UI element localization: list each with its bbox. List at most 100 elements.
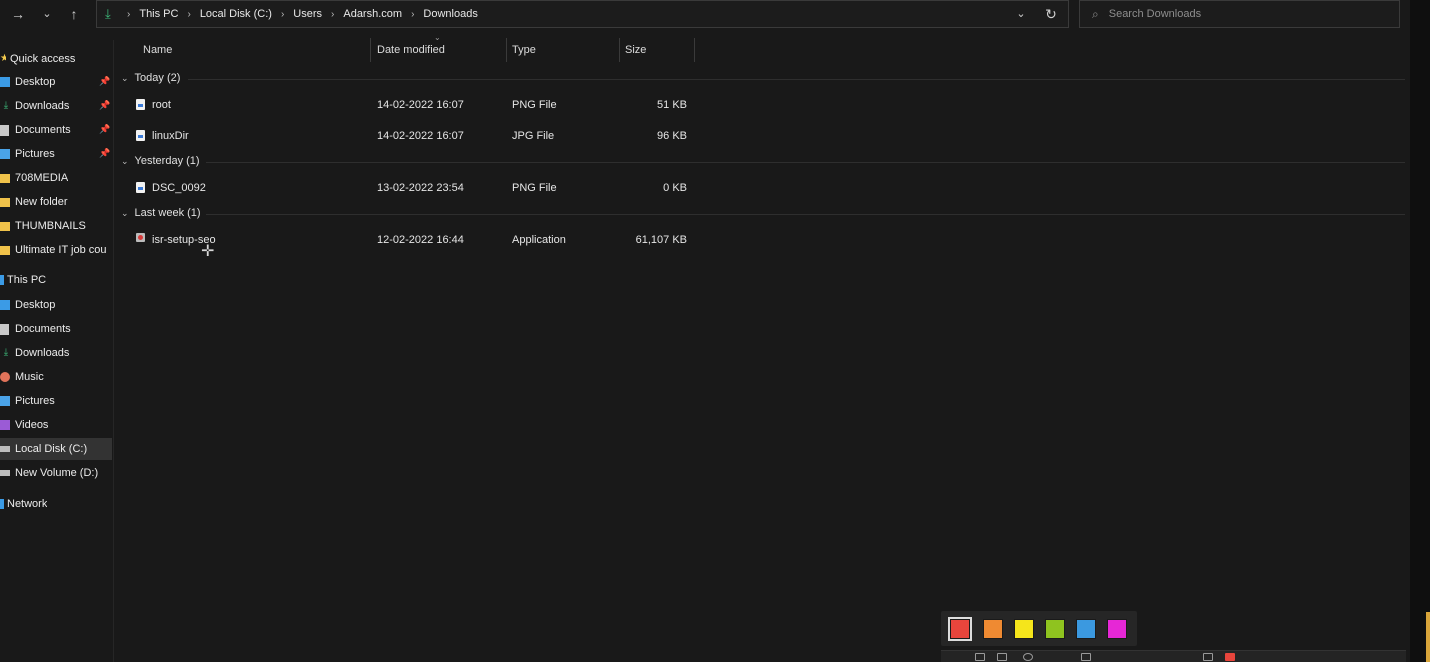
- sidebar-item-label: Local Disk (C:): [15, 443, 88, 455]
- picture-icon: [0, 149, 10, 159]
- column-header-date[interactable]: Date modified: [377, 38, 505, 62]
- sidebar-item-documents[interactable]: Documents: [0, 119, 71, 141]
- document-icon: [0, 323, 9, 335]
- sidebar-item-downloads[interactable]: ⤓ Downloads: [0, 95, 70, 117]
- star-icon: ★: [0, 53, 6, 64]
- color-swatch-red[interactable]: [948, 617, 972, 641]
- color-swatch-magenta[interactable]: [1107, 619, 1127, 639]
- chevron-down-icon[interactable]: ⌄: [1012, 5, 1030, 23]
- forward-arrow-icon[interactable]: →: [8, 4, 28, 24]
- sidebar-item-label: Downloads: [15, 347, 70, 359]
- picture-icon: [0, 396, 10, 406]
- breadcrumb-separator-icon: ›: [127, 8, 131, 20]
- sidebar-item-desktop[interactable]: Desktop: [0, 71, 55, 93]
- file-row[interactable]: root 14-02-2022 16:07 PNG File 51 KB: [120, 91, 696, 119]
- document-icon: [0, 124, 9, 136]
- image-file-icon: [136, 99, 145, 110]
- sidebar-item-label: Downloads: [15, 100, 70, 112]
- sidebar-pc-new-volume[interactable]: New Volume (D:): [0, 462, 98, 484]
- ellipse-tool-icon[interactable]: [1023, 653, 1033, 661]
- sidebar-pc-pictures[interactable]: Pictures: [0, 390, 55, 412]
- record-icon[interactable]: [1225, 653, 1235, 661]
- up-arrow-icon[interactable]: ↑: [64, 4, 84, 24]
- download-icon: ⤓: [3, 100, 9, 111]
- sidebar-item-ultimate-it[interactable]: Ultimate IT job cou: [0, 239, 114, 261]
- chevron-down-icon: ⌄: [121, 72, 129, 83]
- pen-tool-icon[interactable]: [975, 653, 985, 661]
- taskbar-edge: [1426, 612, 1430, 662]
- column-divider[interactable]: [370, 38, 371, 62]
- sidebar-this-pc[interactable]: This PC: [0, 269, 46, 291]
- arrow-tool-icon[interactable]: [1081, 653, 1091, 661]
- breadcrumb-local-disk[interactable]: Local Disk (C:): [198, 8, 274, 20]
- refresh-icon[interactable]: ↻: [1042, 5, 1060, 23]
- sidebar-item-new-folder[interactable]: New folder: [0, 191, 68, 213]
- downloads-location-icon: ⤓: [105, 6, 111, 21]
- sidebar-item-thumbnails[interactable]: THUMBNAILS: [0, 215, 86, 237]
- sidebar-item-label: Pictures: [15, 395, 55, 407]
- folder-icon: [0, 221, 10, 231]
- group-header-today[interactable]: ⌄ Today (2): [121, 69, 180, 87]
- address-bar[interactable]: ⤓ › This PC › Local Disk (C:) › Users › …: [96, 0, 1069, 28]
- file-date: 14-02-2022 16:07: [377, 99, 464, 111]
- group-label: Today (2): [134, 72, 181, 84]
- search-input[interactable]: [1108, 8, 1369, 20]
- file-name: DSC_0092: [152, 182, 206, 194]
- sidebar-pc-music[interactable]: Music: [0, 366, 44, 388]
- sidebar-item-label: 708MEDIA: [15, 172, 69, 184]
- file-size: 96 KB: [657, 130, 687, 142]
- breadcrumb-separator-icon: ›: [331, 8, 335, 20]
- group-label: Yesterday (1): [134, 155, 200, 167]
- breadcrumb-downloads[interactable]: Downloads: [421, 8, 479, 20]
- window-edge: [1410, 0, 1430, 662]
- file-name: root: [152, 99, 171, 111]
- computer-icon: [0, 275, 4, 285]
- sidebar-item-label: Quick access: [10, 53, 76, 65]
- sidebar-network[interactable]: Network: [0, 493, 47, 515]
- sidebar-pc-documents[interactable]: Documents: [0, 318, 71, 340]
- group-header-last-week[interactable]: ⌄ Last week (1): [121, 204, 201, 222]
- sidebar-item-label: Music: [15, 371, 44, 383]
- column-divider[interactable]: [694, 38, 695, 62]
- group-header-yesterday[interactable]: ⌄ Yesterday (1): [121, 152, 200, 170]
- pause-icon[interactable]: [1203, 653, 1213, 661]
- column-header-size[interactable]: Size: [625, 38, 693, 62]
- sidebar-pc-desktop[interactable]: Desktop: [0, 294, 55, 316]
- color-swatch-yellow[interactable]: [1014, 619, 1034, 639]
- sidebar-pc-downloads[interactable]: ⤓ Downloads: [0, 342, 70, 364]
- file-type: PNG File: [512, 99, 557, 111]
- recent-locations-chevron-icon[interactable]: ⌄: [37, 4, 57, 24]
- breadcrumb-separator-icon: ›: [280, 8, 285, 20]
- breadcrumb-this-pc[interactable]: This PC: [137, 8, 180, 20]
- color-swatch-blue[interactable]: [1076, 619, 1096, 639]
- search-box[interactable]: ⌕: [1079, 0, 1400, 28]
- file-size: 0 KB: [663, 182, 687, 194]
- sidebar-item-label: Pictures: [15, 148, 55, 160]
- group-divider: [206, 162, 1405, 163]
- sidebar-item-pictures[interactable]: Pictures: [0, 143, 55, 165]
- sidebar-pc-videos[interactable]: Videos: [0, 414, 48, 436]
- breadcrumb: › This PC › Local Disk (C:) › Users › Ad…: [127, 8, 480, 20]
- video-icon: [0, 420, 10, 430]
- breadcrumb-users[interactable]: Users: [291, 8, 324, 20]
- sidebar-item-708media[interactable]: 708MEDIA: [0, 167, 68, 189]
- file-row[interactable]: linuxDir 14-02-2022 16:07 JPG File 96 KB: [120, 122, 696, 150]
- folder-icon: [0, 173, 10, 183]
- search-icon: ⌕: [1092, 6, 1099, 21]
- sidebar-item-label: Desktop: [15, 76, 56, 88]
- rectangle-tool-icon[interactable]: [997, 653, 1007, 661]
- chevron-down-icon: ⌄: [121, 207, 129, 218]
- column-divider[interactable]: [619, 38, 620, 62]
- breadcrumb-adarsh[interactable]: Adarsh.com: [341, 8, 404, 20]
- sidebar-item-label: Videos: [15, 419, 49, 431]
- column-header-name[interactable]: Name: [143, 38, 369, 62]
- color-swatch-orange[interactable]: [983, 619, 1003, 639]
- file-name: linuxDir: [152, 130, 189, 142]
- column-header-type[interactable]: Type: [512, 38, 618, 62]
- column-divider[interactable]: [506, 38, 507, 62]
- file-row[interactable]: DSC_0092 13-02-2022 23:54 PNG File 0 KB: [120, 174, 696, 202]
- sidebar-quick-access[interactable]: ★ Quick access: [0, 48, 75, 70]
- color-swatch-green[interactable]: [1045, 619, 1065, 639]
- sidebar-pc-local-disk[interactable]: Local Disk (C:): [0, 438, 112, 460]
- chevron-down-icon: ⌄: [121, 155, 129, 166]
